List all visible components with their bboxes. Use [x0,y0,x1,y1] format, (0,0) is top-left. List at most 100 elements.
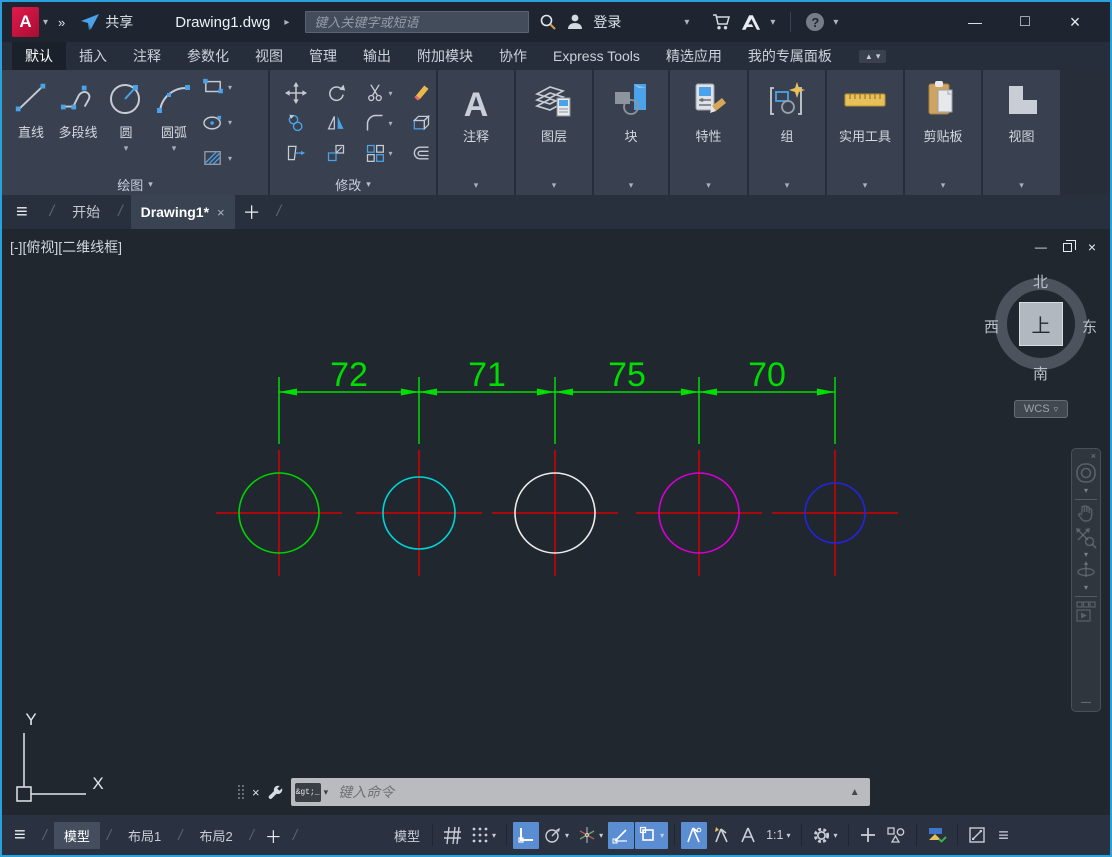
object-snap-toggle[interactable]: ▾ [635,821,669,849]
layers-panel-caret-icon[interactable]: ▾ [552,180,557,195]
navigation-bar[interactable]: × ▾ ▾ ▾ — [1071,448,1101,712]
annotation-scale-button[interactable] [735,822,761,849]
ribbon-tab-参数化[interactable]: 参数化 [174,42,242,70]
maximize-button[interactable]: □ [1000,13,1050,31]
scale-button[interactable] [316,143,356,163]
command-line-grip[interactable] [238,784,245,800]
block-panel-caret-icon[interactable]: ▾ [629,180,634,195]
panel-groups[interactable]: 组 ▾ [749,70,825,195]
viewport-close-icon[interactable]: × [1088,239,1096,255]
erase-button[interactable] [402,83,440,103]
command-prompt-icon[interactable]: &gt;_ [294,782,321,802]
workspace-caret-icon[interactable]: ▾ [834,831,838,840]
snap-caret-icon[interactable]: ▾ [492,831,496,840]
help-icon[interactable]: ? [806,13,825,31]
autodesk-caret-icon[interactable]: ▾ [770,17,775,28]
view-panel-caret-icon[interactable]: ▾ [1019,180,1024,195]
array-button[interactable]: ▾ [356,143,402,163]
zoom-extents-icon[interactable] [1075,527,1097,549]
ribbon-tab-管理[interactable]: 管理 [296,42,350,70]
trim-button[interactable]: ▾ [356,83,402,103]
viewcube-top-face[interactable]: 上 [1019,302,1063,346]
ribbon-tab-Express Tools[interactable]: Express Tools [540,42,653,70]
file-tab-menu-icon[interactable]: ≡ [16,201,28,224]
isodraft-caret-icon[interactable]: ▾ [599,831,603,840]
circle-button[interactable]: 圆 ▾ [102,74,150,173]
ribbon-collapse-button[interactable]: ▲ ▾ [858,49,887,63]
modify-panel-title[interactable]: 修改 ▾ [270,173,436,195]
circle-caret-icon[interactable]: ▾ [124,143,129,154]
rectangle-button[interactable]: ▾ [202,78,232,96]
layout-tab-布局2[interactable]: 布局2 [189,822,242,849]
layout-tab-模型[interactable]: 模型 [53,821,100,849]
move-button[interactable] [276,82,316,104]
signin-button[interactable]: 登录 [593,12,621,32]
panel-annotation[interactable]: A 注释 ▾ [438,70,514,195]
groups-panel-caret-icon[interactable]: ▾ [785,180,790,195]
showmotion-icon[interactable] [1075,600,1097,624]
navigation-wheel-icon[interactable] [1074,461,1098,485]
fillet-button[interactable]: ▾ [356,113,402,133]
ribbon-tab-协作[interactable]: 协作 [486,42,540,70]
new-layout-button[interactable]: ＋ [265,823,282,848]
minimize-button[interactable]: — [950,14,1000,30]
clipboard-panel-caret-icon[interactable]: ▾ [941,180,946,195]
rotate-button[interactable] [316,83,356,103]
line-button[interactable]: 直线 [8,74,54,173]
navbar-collapse-icon[interactable]: — [1081,697,1091,708]
explode-button[interactable] [402,113,440,133]
graphics-performance-button[interactable] [923,822,951,849]
annotation-panel-caret-icon[interactable]: ▾ [474,180,479,195]
customize-statusbar-button[interactable]: ≡ [991,822,1017,849]
hatch-button[interactable]: ▾ [202,149,232,167]
panel-utilities[interactable]: 实用工具 ▾ [827,70,903,195]
panel-properties[interactable]: 特性 ▾ [670,70,747,195]
grid-toggle[interactable] [439,822,466,849]
panel-block[interactable]: 块 ▾ [594,70,668,195]
model-space-canvas[interactable]: 72 71 75 70 [-][俯视][二维线框] — × 北 西 东 南 上 WCS… [2,229,1110,815]
ribbon-tab-精选应用[interactable]: 精选应用 [653,42,735,70]
panel-clipboard[interactable]: 剪贴板 ▾ [905,70,981,195]
annotation-visibility-toggle[interactable] [681,821,708,849]
isolate-objects-button[interactable] [882,822,910,849]
share-button[interactable]: 共享 [81,12,133,32]
panel-view[interactable]: 视图 ▾ [983,70,1060,195]
navbar-orbit-caret-icon[interactable]: ▾ [1084,583,1088,592]
user-icon[interactable] [566,13,584,31]
isodraft-toggle[interactable]: ▾ [574,822,607,849]
panel-layers[interactable]: 图层 ▾ [516,70,592,195]
viewport-minimize-icon[interactable]: — [1035,240,1047,254]
viewcube-west[interactable]: 西 [984,316,999,337]
search-history-icon[interactable]: ▸ [284,17,289,28]
viewcube[interactable]: 北 西 东 南 上 [978,273,1106,385]
tab-start[interactable]: 开始 [62,195,110,229]
new-drawing-tab-button[interactable]: ＋ [243,199,261,225]
draw-panel-title[interactable]: 绘图 ▾ [2,173,268,195]
viewcube-north[interactable]: 北 [1033,271,1048,292]
quick-access-expand-icon[interactable]: » [58,15,65,30]
command-line-close-icon[interactable]: × [252,785,260,800]
ribbon-tab-附加模块[interactable]: 附加模块 [404,42,486,70]
stretch-button[interactable] [276,143,316,163]
navbar-wheel-caret-icon[interactable]: ▾ [1084,486,1088,495]
polar-tracking-toggle[interactable]: ▾ [540,822,573,849]
app-menu-button[interactable]: A [12,7,39,37]
search-icon[interactable] [539,13,557,31]
drawing-entities[interactable]: 72 71 75 70 [2,229,1110,815]
command-history-icon[interactable]: ▲ [850,787,860,798]
scale-caret-icon[interactable]: ▾ [786,831,790,840]
ribbon-tab-注释[interactable]: 注释 [120,42,174,70]
ribbon-tab-输出[interactable]: 输出 [350,42,404,70]
fullscreen-button[interactable] [964,822,990,849]
viewcube-east[interactable]: 东 [1082,316,1097,337]
viewport-restore-icon[interactable] [1062,239,1076,252]
object-snap-tracking-toggle[interactable] [608,821,635,849]
navbar-close-icon[interactable]: × [1091,451,1096,461]
command-wrench-icon[interactable] [267,784,284,801]
copy-button[interactable] [276,113,316,133]
arc-button[interactable]: 圆弧 ▾ [150,74,198,173]
layout-tab-布局1[interactable]: 布局1 [118,822,171,849]
properties-panel-caret-icon[interactable]: ▾ [706,180,711,195]
tab-drawing1[interactable]: Drawing1* × [130,195,235,229]
polyline-button[interactable]: 多段线 [54,74,102,173]
